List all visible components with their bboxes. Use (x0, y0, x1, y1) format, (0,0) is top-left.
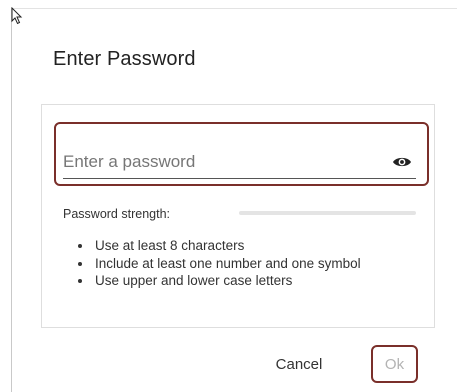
password-input[interactable] (63, 148, 410, 176)
password-rule-item: Use upper and lower case letters (78, 272, 361, 290)
mouse-pointer-icon (11, 7, 23, 25)
cancel-button[interactable]: Cancel (263, 350, 335, 378)
password-rules-list: Use at least 8 characters Include at lea… (78, 237, 361, 290)
ok-button[interactable]: Ok (371, 345, 418, 383)
window-top-edge (11, 8, 457, 9)
password-rule-item: Use at least 8 characters (78, 237, 361, 255)
password-strength-label: Password strength: (63, 207, 170, 221)
eye-icon[interactable] (392, 155, 412, 169)
password-input-underline (63, 178, 416, 179)
password-strength-meter (239, 211, 416, 215)
window-left-edge (11, 8, 12, 392)
password-rule-item: Include at least one number and one symb… (78, 255, 361, 273)
dialog-title: Enter Password (53, 48, 196, 70)
